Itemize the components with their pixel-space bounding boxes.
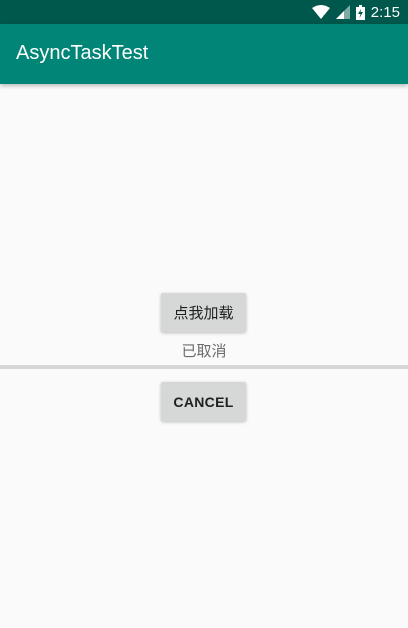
status-text: 已取消 (181, 343, 227, 360)
battery-charging-icon (355, 4, 365, 20)
app-title: AsyncTaskTest (16, 42, 149, 64)
svg-text:x: x (323, 15, 326, 19)
wifi-icon: x (311, 5, 330, 19)
app-bar: AsyncTaskTest (0, 24, 408, 84)
status-bar: x 2:15 (0, 0, 408, 24)
signal-icon (335, 5, 350, 19)
progress-bar (0, 365, 408, 369)
status-time: 2:15 (370, 3, 400, 21)
load-button[interactable]: 点我加载 (161, 293, 246, 332)
cancel-button[interactable]: CANCEL (161, 382, 246, 421)
